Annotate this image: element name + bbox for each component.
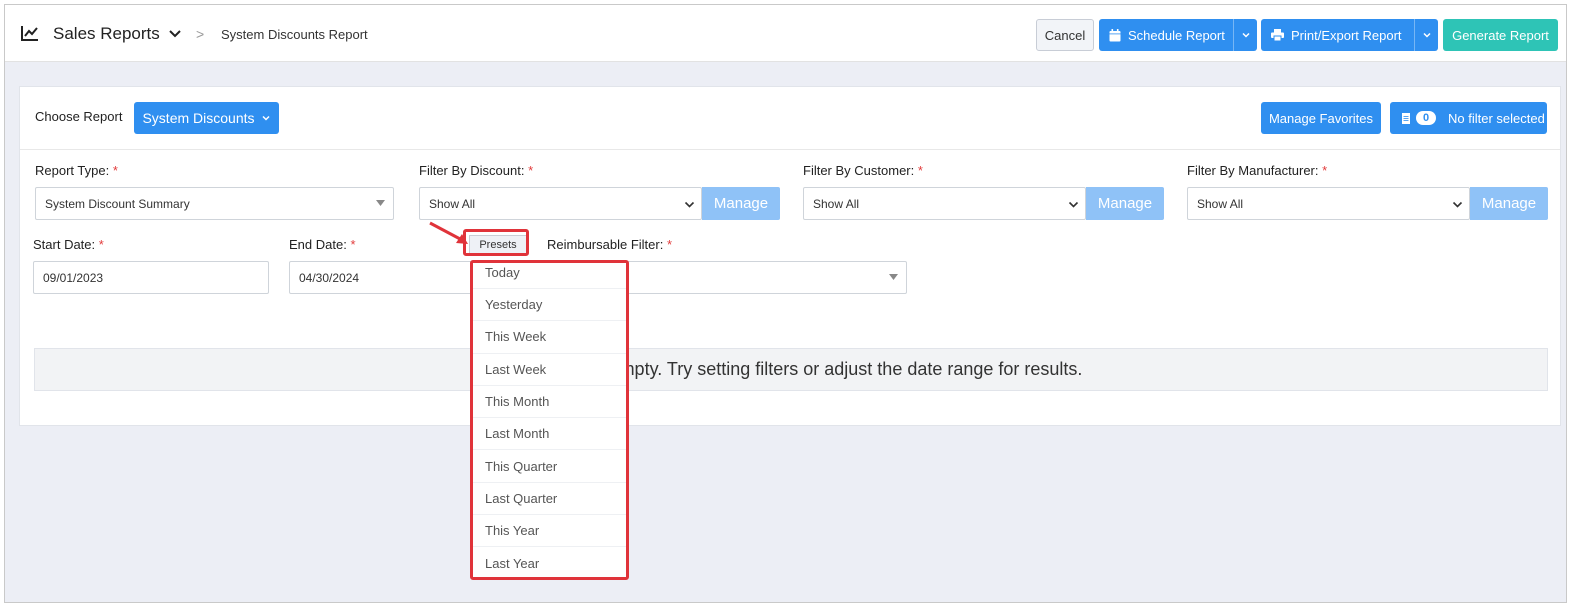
presets-dropdown-menu: Today Yesterday This Week Last Week This… xyxy=(470,260,629,580)
preset-option[interactable]: This Week xyxy=(473,321,626,354)
chevron-down-icon xyxy=(261,115,270,121)
customer-select[interactable]: Show All xyxy=(803,187,1086,220)
manage-favorites-button[interactable]: Manage Favorites xyxy=(1261,102,1381,134)
schedule-report-label: Schedule Report xyxy=(1128,27,1225,43)
preset-option[interactable]: Last Quarter xyxy=(473,483,626,516)
presets-highlight xyxy=(463,229,529,256)
print-export-button[interactable]: Print/Export Report xyxy=(1261,19,1438,51)
chevron-down-icon xyxy=(1452,201,1463,208)
cancel-button-label: Cancel xyxy=(1044,27,1086,43)
filter-manufacturer-label: Filter By Manufacturer: * xyxy=(1187,163,1328,178)
filter-summary-button[interactable]: 0 No filter selected xyxy=(1390,102,1547,134)
report-panel: Choose Report System Discounts Manage Fa… xyxy=(19,86,1561,426)
preset-option[interactable]: Last Year xyxy=(473,547,626,577)
manage-favorites-label: Manage Favorites xyxy=(1268,110,1374,126)
generate-report-label: Generate Report xyxy=(1452,27,1549,43)
cancel-button[interactable]: Cancel xyxy=(1036,19,1094,51)
annotation-arrow-icon xyxy=(429,221,468,244)
filter-summary-label: No filter selected xyxy=(1448,110,1545,126)
calendar-icon xyxy=(1109,28,1121,41)
reimbursable-label: Reimbursable Filter: * xyxy=(547,237,673,252)
chevron-down-icon xyxy=(684,201,695,208)
preset-option[interactable]: This Quarter xyxy=(473,450,626,483)
manage-discount-button[interactable]: Manage xyxy=(702,187,780,220)
discount-value: Show All xyxy=(429,196,476,211)
preset-option[interactable]: Last Week xyxy=(473,354,626,386)
report-type-label: Report Type: * xyxy=(35,163,118,178)
schedule-dropdown-toggle[interactable] xyxy=(1233,19,1257,51)
start-date-value: 09/01/2023 xyxy=(43,270,104,285)
preset-option[interactable]: Today xyxy=(473,263,626,289)
preset-option[interactable]: Last Month xyxy=(473,418,626,451)
page-title[interactable]: Sales Reports xyxy=(53,24,160,44)
end-date-value: 04/30/2024 xyxy=(299,270,360,285)
manufacturer-select[interactable]: Show All xyxy=(1187,187,1470,220)
chevron-down-icon xyxy=(1241,32,1250,38)
chart-line-icon xyxy=(21,26,38,41)
manage-customer-button[interactable]: Manage xyxy=(1086,187,1164,220)
discount-select[interactable]: Show All xyxy=(419,187,702,220)
top-bar: Sales Reports > System Discounts Report … xyxy=(5,5,1566,62)
caret-down-icon xyxy=(889,274,898,280)
report-select-button[interactable]: System Discounts xyxy=(134,102,279,134)
filter-customer-label: Filter By Customer: * xyxy=(803,163,923,178)
customer-value: Show All xyxy=(813,196,860,211)
divider xyxy=(20,149,1560,150)
report-type-select[interactable]: System Discount Summary xyxy=(35,187,394,220)
breadcrumb-separator: > xyxy=(196,26,205,42)
printer-icon xyxy=(1271,29,1284,41)
generate-report-button[interactable]: Generate Report xyxy=(1443,19,1558,51)
choose-report-label: Choose Report xyxy=(35,109,123,124)
print-export-label: Print/Export Report xyxy=(1291,27,1402,43)
start-date-label: Start Date: * xyxy=(33,237,104,252)
filter-discount-label: Filter By Discount: * xyxy=(419,163,534,178)
preset-option[interactable]: This Month xyxy=(473,386,626,419)
schedule-report-button[interactable]: Schedule Report xyxy=(1099,19,1257,51)
manage-manufacturer-button[interactable]: Manage xyxy=(1470,187,1548,220)
end-date-label: End Date: * xyxy=(289,237,356,252)
manufacturer-value: Show All xyxy=(1197,196,1244,211)
start-date-input[interactable]: 09/01/2023 xyxy=(33,261,269,294)
caret-down-icon xyxy=(376,200,385,206)
chevron-down-icon xyxy=(1422,32,1431,38)
app-window: Sales Reports > System Discounts Report … xyxy=(4,4,1567,603)
chevron-down-icon[interactable] xyxy=(168,27,182,41)
chevron-down-icon xyxy=(1068,201,1079,208)
print-dropdown-toggle[interactable] xyxy=(1414,19,1438,51)
empty-results-message: mpty. Try setting filters or adjust the … xyxy=(34,348,1548,391)
preset-option[interactable]: This Year xyxy=(473,515,626,548)
document-icon xyxy=(1402,112,1410,124)
report-select-label: System Discounts xyxy=(142,110,255,126)
preset-option[interactable]: Yesterday xyxy=(473,289,626,322)
breadcrumb: System Discounts Report xyxy=(221,27,368,42)
report-type-value: System Discount Summary xyxy=(45,196,190,211)
filter-count-badge: 0 xyxy=(1416,111,1436,125)
end-date-input[interactable]: 04/30/2024 xyxy=(289,261,479,294)
